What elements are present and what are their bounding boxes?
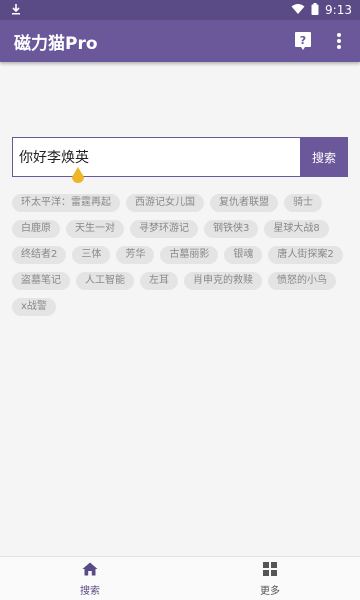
status-time: 9:13 — [325, 3, 352, 17]
search-tag[interactable]: 古墓丽影 — [160, 246, 219, 264]
search-tag[interactable]: 骑士 — [284, 194, 322, 212]
search-tag[interactable]: 环太平洋：雷霆再起 — [12, 194, 120, 212]
search-tag[interactable]: 白鹿原 — [12, 220, 60, 238]
search-tag[interactable]: 左耳 — [140, 272, 178, 290]
search-tag[interactable]: 银魂 — [224, 246, 263, 264]
home-icon — [82, 561, 98, 580]
more-vertical-icon[interactable] — [328, 30, 350, 52]
search-tag[interactable]: 唐人街探案2 — [268, 246, 343, 264]
help-icon[interactable]: ? — [292, 30, 314, 52]
wifi-icon — [291, 3, 305, 18]
download-icon — [10, 3, 22, 18]
search-tag[interactable]: 三体 — [72, 246, 111, 264]
search-tag[interactable]: 终结者2 — [12, 246, 67, 264]
search-tag[interactable]: 西游记女儿国 — [126, 194, 204, 212]
search-tag[interactable]: 盗墓笔记 — [12, 272, 70, 290]
search-tag[interactable]: 芳华 — [116, 246, 155, 264]
status-right: 9:13 — [291, 2, 352, 18]
search-tag[interactable]: 愤怒的小鸟 — [268, 272, 336, 290]
search-button[interactable]: 搜索 — [300, 137, 348, 177]
search-tag[interactable]: 人工智能 — [76, 272, 134, 290]
search-tag[interactable]: 钢铁侠3 — [204, 220, 259, 238]
search-tag[interactable]: 肖申克的救赎 — [184, 272, 262, 290]
app-title: 磁力猫Pro — [14, 33, 98, 54]
nav-label-more: 更多 — [260, 585, 280, 597]
svg-text:?: ? — [300, 34, 306, 47]
search-tag[interactable]: 天生一对 — [66, 220, 124, 238]
status-bar: 9:13 — [0, 0, 360, 20]
search-row: 搜索 — [12, 137, 348, 177]
text-cursor-handle-icon[interactable] — [70, 165, 86, 185]
nav-item-search[interactable]: 搜索 — [0, 557, 180, 600]
nav-item-more[interactable]: 更多 — [180, 557, 360, 600]
bottom-nav: 搜索 更多 — [0, 556, 360, 600]
app-bar: 磁力猫Pro ? — [0, 20, 360, 62]
search-tag[interactable]: 星球大战8 — [264, 220, 329, 238]
search-tag[interactable]: 复仇者联盟 — [210, 194, 278, 212]
hot-search-tags: 环太平洋：雷霆再起 西游记女儿国 复仇者联盟 骑士白鹿原 天生一对 寻梦环游记 钢铁侠3 星球… — [12, 194, 348, 316]
search-tag[interactable]: 寻梦环游记 — [130, 220, 198, 238]
app-actions: ? — [292, 30, 350, 52]
search-tag[interactable]: x战警 — [12, 298, 56, 316]
battery-icon — [311, 2, 319, 18]
search-input[interactable] — [12, 137, 300, 177]
grid-icon — [263, 561, 277, 580]
nav-label-search: 搜索 — [80, 585, 100, 597]
